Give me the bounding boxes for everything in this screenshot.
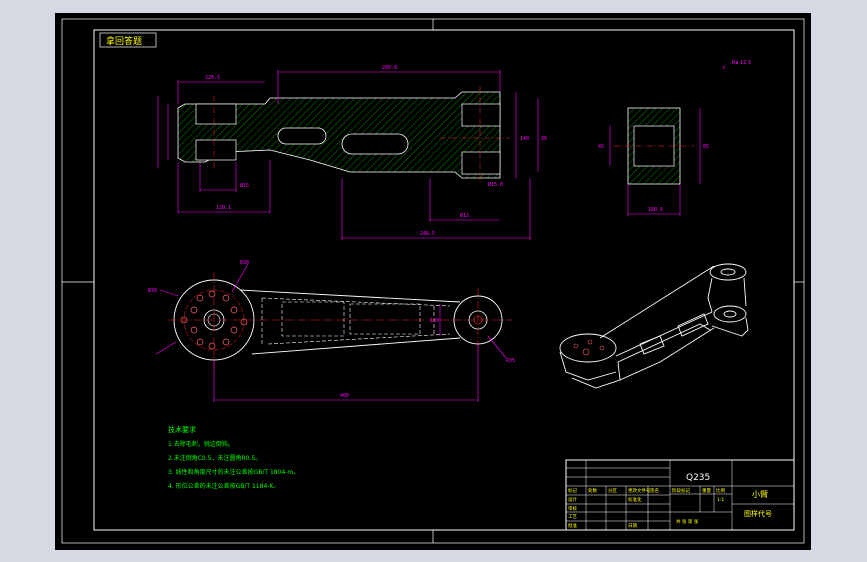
slot-left — [277, 127, 327, 145]
tb-count: 处数 — [588, 487, 597, 494]
left-hole-top — [195, 103, 237, 125]
dim-bot-c: Ø15.8 — [488, 181, 503, 188]
dim-plan-len: 400 — [340, 393, 349, 399]
dim-sec-h2: 45 — [598, 144, 604, 150]
tb-sheet: 共 张 第 张 — [676, 518, 699, 525]
tb-sign: 签名 — [650, 487, 659, 494]
dim-plan-r2: R35 — [506, 358, 515, 364]
tb-weight: 重量 — [702, 487, 711, 494]
hub-hole-top — [461, 103, 501, 127]
material-label: Q235 — [686, 473, 710, 483]
dim-sec-w: 180.5 — [648, 207, 663, 213]
slot-right — [341, 133, 409, 155]
notes-title: 技术要求 — [168, 425, 196, 434]
stamp-text: 拿回答题 — [106, 35, 142, 47]
hub-hole-bottom — [461, 151, 501, 175]
roughness-label: Ra 12.5 — [732, 60, 751, 66]
tb-mark: 标记 — [568, 487, 577, 494]
left-hole-bottom — [195, 139, 237, 161]
tb-stage: 阶段标记 — [672, 487, 690, 494]
tb-scale-val: 1:1 — [717, 497, 724, 503]
dim-hole-d2: Ø15 — [240, 182, 249, 189]
note-3: 3. 线性和角度尺寸的未注公差按GB/T 1804-m。 — [168, 468, 299, 476]
dim-hole-d1: Ø12 — [460, 212, 469, 219]
dim-bot-b: 120.1 — [216, 205, 231, 211]
drawing-code: 图样代号 — [744, 509, 772, 518]
dim-left-a: 220.5 — [205, 75, 220, 81]
dim-plan-r: R30 — [240, 260, 249, 266]
dim-right-h2: 30 — [541, 136, 547, 142]
tb-check: 审核 — [568, 505, 577, 512]
svg-text:√: √ — [722, 64, 726, 71]
note-1: 1.去除毛刺，锐边倒钝。 — [168, 440, 234, 448]
tb-design: 设计 — [568, 496, 577, 503]
tb-change: 更改文件号 — [628, 487, 651, 494]
dim-sec-h: 85 — [703, 144, 709, 150]
tb-zone: 分区 — [608, 487, 617, 494]
part-name: 小臂 — [752, 489, 768, 499]
note-2: 2.未注倒角C0.5，未注圆角R0.5。 — [168, 454, 261, 462]
dim-plan-d: Ø30 — [148, 287, 157, 294]
tb-approve: 批准 — [568, 522, 577, 529]
dim-overall: 248.5 — [420, 231, 435, 237]
note-4: 4. 形位公差的未注公差按GB/T 1184-K。 — [168, 482, 279, 490]
tb-process: 工艺 — [568, 514, 577, 520]
cad-viewport[interactable]: 拿回答题 √ Ra 12.5 280.8 220.5 248.5 120.1 Ø… — [0, 0, 867, 562]
dim-plan-w: 120 — [430, 318, 439, 324]
dim-top-length: 280.8 — [382, 65, 397, 71]
tb-standard: 标准化 — [628, 496, 642, 503]
tb-scale: 比例 — [716, 487, 725, 494]
tb-date: 日期 — [628, 523, 637, 529]
dim-right-h: 140 — [520, 136, 529, 142]
